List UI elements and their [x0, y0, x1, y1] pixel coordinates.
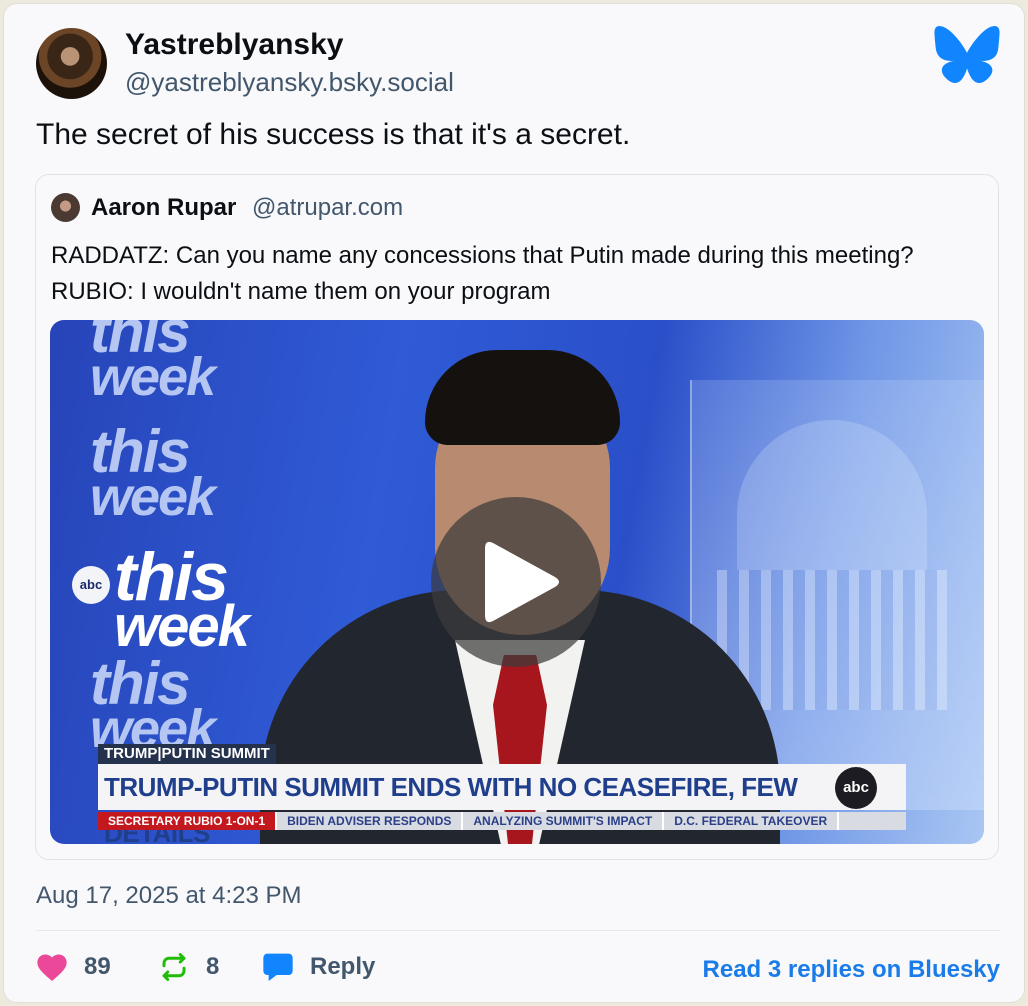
- post-card: Yastreblyansky @yastreblyansky.bsky.soci…: [3, 3, 1025, 1003]
- ticker-item: BIDEN ADVISER RESPONDS: [277, 812, 464, 830]
- like-count: 89: [84, 953, 111, 980]
- action-bar: 89 8 Reply Read 3 replies on Bluesky: [36, 952, 1000, 988]
- abc-logo: abc: [835, 767, 877, 809]
- quoted-author-name: Aaron Rupar: [91, 194, 237, 221]
- speech-bubble-icon: [263, 953, 293, 981]
- read-replies-link[interactable]: Read 3 replies on Bluesky: [703, 956, 1000, 984]
- ticker-bar: SECRETARY RUBIO 1-ON-1 BIDEN ADVISER RES…: [98, 812, 906, 830]
- reply-label: Reply: [310, 953, 376, 980]
- author-handle[interactable]: @yastreblyansky.bsky.social: [125, 67, 454, 98]
- brand-watermark: this week: [90, 650, 216, 759]
- quoted-author-avatar: [51, 193, 80, 222]
- heart-icon: [37, 954, 67, 981]
- quoted-post[interactable]: Aaron Rupar @atrupar.com RADDATZ: Can yo…: [35, 174, 999, 860]
- like-button[interactable]: 89: [36, 952, 111, 982]
- brand-watermark: this week: [90, 418, 216, 527]
- ticker-item: D.C. FEDERAL TAKEOVER: [664, 812, 840, 830]
- ticker-label: TRUMP|PUTIN SUMMIT: [98, 744, 276, 764]
- ticker-item: ANALYZING SUMMIT'S IMPACT: [463, 812, 665, 830]
- ticker-headline: TRUMP-PUTIN SUMMIT ENDS WITH NO CEASEFIR…: [98, 764, 906, 844]
- quoted-text-line-2: RUBIO: I wouldn't name them on your prog…: [51, 278, 551, 305]
- reply-button[interactable]: Reply: [262, 952, 375, 982]
- ticker-item: SECRETARY RUBIO 1-ON-1: [98, 812, 278, 830]
- author-avatar[interactable]: [36, 28, 107, 99]
- brand-watermark: this week: [90, 320, 216, 407]
- abc-small-logo: abc: [72, 566, 110, 604]
- quoted-author-handle: @atrupar.com: [252, 194, 404, 221]
- play-icon: [485, 541, 559, 623]
- repost-count: 8: [206, 953, 220, 980]
- play-button[interactable]: [431, 497, 601, 667]
- author-name[interactable]: Yastreblyansky: [125, 28, 343, 62]
- repost-icon: [162, 953, 186, 981]
- repost-button[interactable]: 8: [158, 952, 219, 982]
- this-week-logo: this week: [114, 539, 250, 660]
- divider: [36, 930, 1000, 931]
- bluesky-butterfly-icon[interactable]: [934, 26, 1000, 84]
- post-text: The secret of his success is that it's a…: [36, 118, 631, 151]
- post-timestamp[interactable]: Aug 17, 2025 at 4:23 PM: [36, 882, 302, 910]
- video-player[interactable]: this week this week abc this week this w…: [50, 320, 984, 844]
- quoted-text-line-1: RADDATZ: Can you name any concessions th…: [51, 242, 914, 269]
